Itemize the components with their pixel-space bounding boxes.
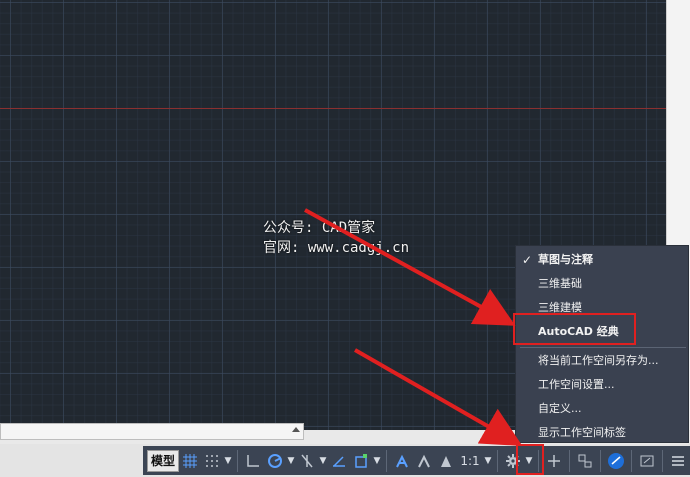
- menu-item-save-workspace-as[interactable]: 将当前工作空间另存为...: [516, 349, 690, 373]
- checkmark-icon: ✓: [522, 253, 533, 267]
- scroll-up-arrow-icon[interactable]: [292, 427, 300, 432]
- watermark: 公众号: CAD管家 官网: www.cadgj.cn: [263, 218, 409, 258]
- menu-item-label: 显示工作空间标签: [538, 426, 626, 439]
- menu-item-label: 三维基础: [538, 277, 582, 290]
- annotation-gear-box: [516, 444, 544, 475]
- menu-item-customize[interactable]: 自定义...: [516, 397, 690, 421]
- menu-item-drafting-annotation[interactable]: ✓ 草图与注释: [516, 248, 690, 272]
- menu-item-label: 工作空间设置...: [538, 378, 615, 391]
- clean-screen-icon[interactable]: [636, 448, 658, 474]
- model-tab-button[interactable]: 模型: [147, 449, 179, 472]
- menu-separator: [520, 347, 686, 348]
- menu-item-show-workspace-label[interactable]: 显示工作空间标签: [516, 421, 690, 445]
- x-axis-line: [0, 108, 666, 109]
- menu-item-label: 自定义...: [538, 402, 582, 415]
- osnap-icon[interactable]: [350, 448, 372, 474]
- menu-item-autocad-classic[interactable]: AutoCAD 经典: [516, 320, 690, 344]
- customize-menu-icon[interactable]: [667, 448, 689, 474]
- grid-icon[interactable]: [179, 448, 201, 474]
- units-icon[interactable]: [543, 448, 565, 474]
- menu-item-label: 三维建模: [538, 301, 582, 314]
- menu-item-label: 将当前工作空间另存为...: [538, 354, 659, 367]
- separator: [631, 449, 632, 472]
- polar-icon[interactable]: [264, 448, 286, 474]
- snap-dropdown-icon[interactable]: ▼: [223, 448, 233, 474]
- separator: [386, 449, 387, 472]
- osnap-dropdown-icon[interactable]: ▼: [372, 448, 382, 474]
- separator: [237, 449, 238, 472]
- status-bar-tray: 模型 ▼ ▼ ▼ ▼ 1:1 ▼ ▼: [143, 446, 690, 475]
- isodraft-dropdown-icon[interactable]: ▼: [318, 448, 328, 474]
- annotation-scale-value[interactable]: 1:1: [457, 448, 483, 474]
- separator: [600, 449, 601, 472]
- annotation-scale-icon[interactable]: [435, 448, 457, 474]
- horizontal-scrollbar[interactable]: [0, 423, 304, 440]
- workspace-menu: ✓ 草图与注释 三维基础 三维建模 AutoCAD 经典 将当前工作空间另存为.…: [515, 245, 689, 443]
- menu-item-workspace-settings[interactable]: 工作空间设置...: [516, 373, 690, 397]
- annotation-visibility-icon[interactable]: [391, 448, 413, 474]
- osnap-track-icon[interactable]: [328, 448, 350, 474]
- scale-dropdown-icon[interactable]: ▼: [483, 448, 493, 474]
- separator: [662, 449, 663, 472]
- ortho-icon[interactable]: [242, 448, 264, 474]
- snap-icon[interactable]: [201, 448, 223, 474]
- polar-dropdown-icon[interactable]: ▼: [286, 448, 296, 474]
- isodraft-icon[interactable]: [296, 448, 318, 474]
- watermark-line-2: 官网: www.cadgj.cn: [263, 240, 410, 256]
- hardware-accel-icon[interactable]: [605, 448, 627, 474]
- quick-properties-icon[interactable]: [574, 448, 596, 474]
- separator: [569, 449, 570, 472]
- watermark-line-1: 公众号: CAD管家: [263, 220, 376, 236]
- menu-item-3d-basics[interactable]: 三维基础: [516, 272, 690, 296]
- status-bar: 模型 ▼ ▼ ▼ ▼ 1:1 ▼ ▼: [0, 444, 690, 477]
- auto-scale-icon[interactable]: [413, 448, 435, 474]
- menu-item-label: 草图与注释: [538, 253, 593, 266]
- menu-item-label: AutoCAD 经典: [538, 325, 619, 338]
- separator: [497, 449, 498, 472]
- menu-item-3d-modeling[interactable]: 三维建模: [516, 296, 690, 320]
